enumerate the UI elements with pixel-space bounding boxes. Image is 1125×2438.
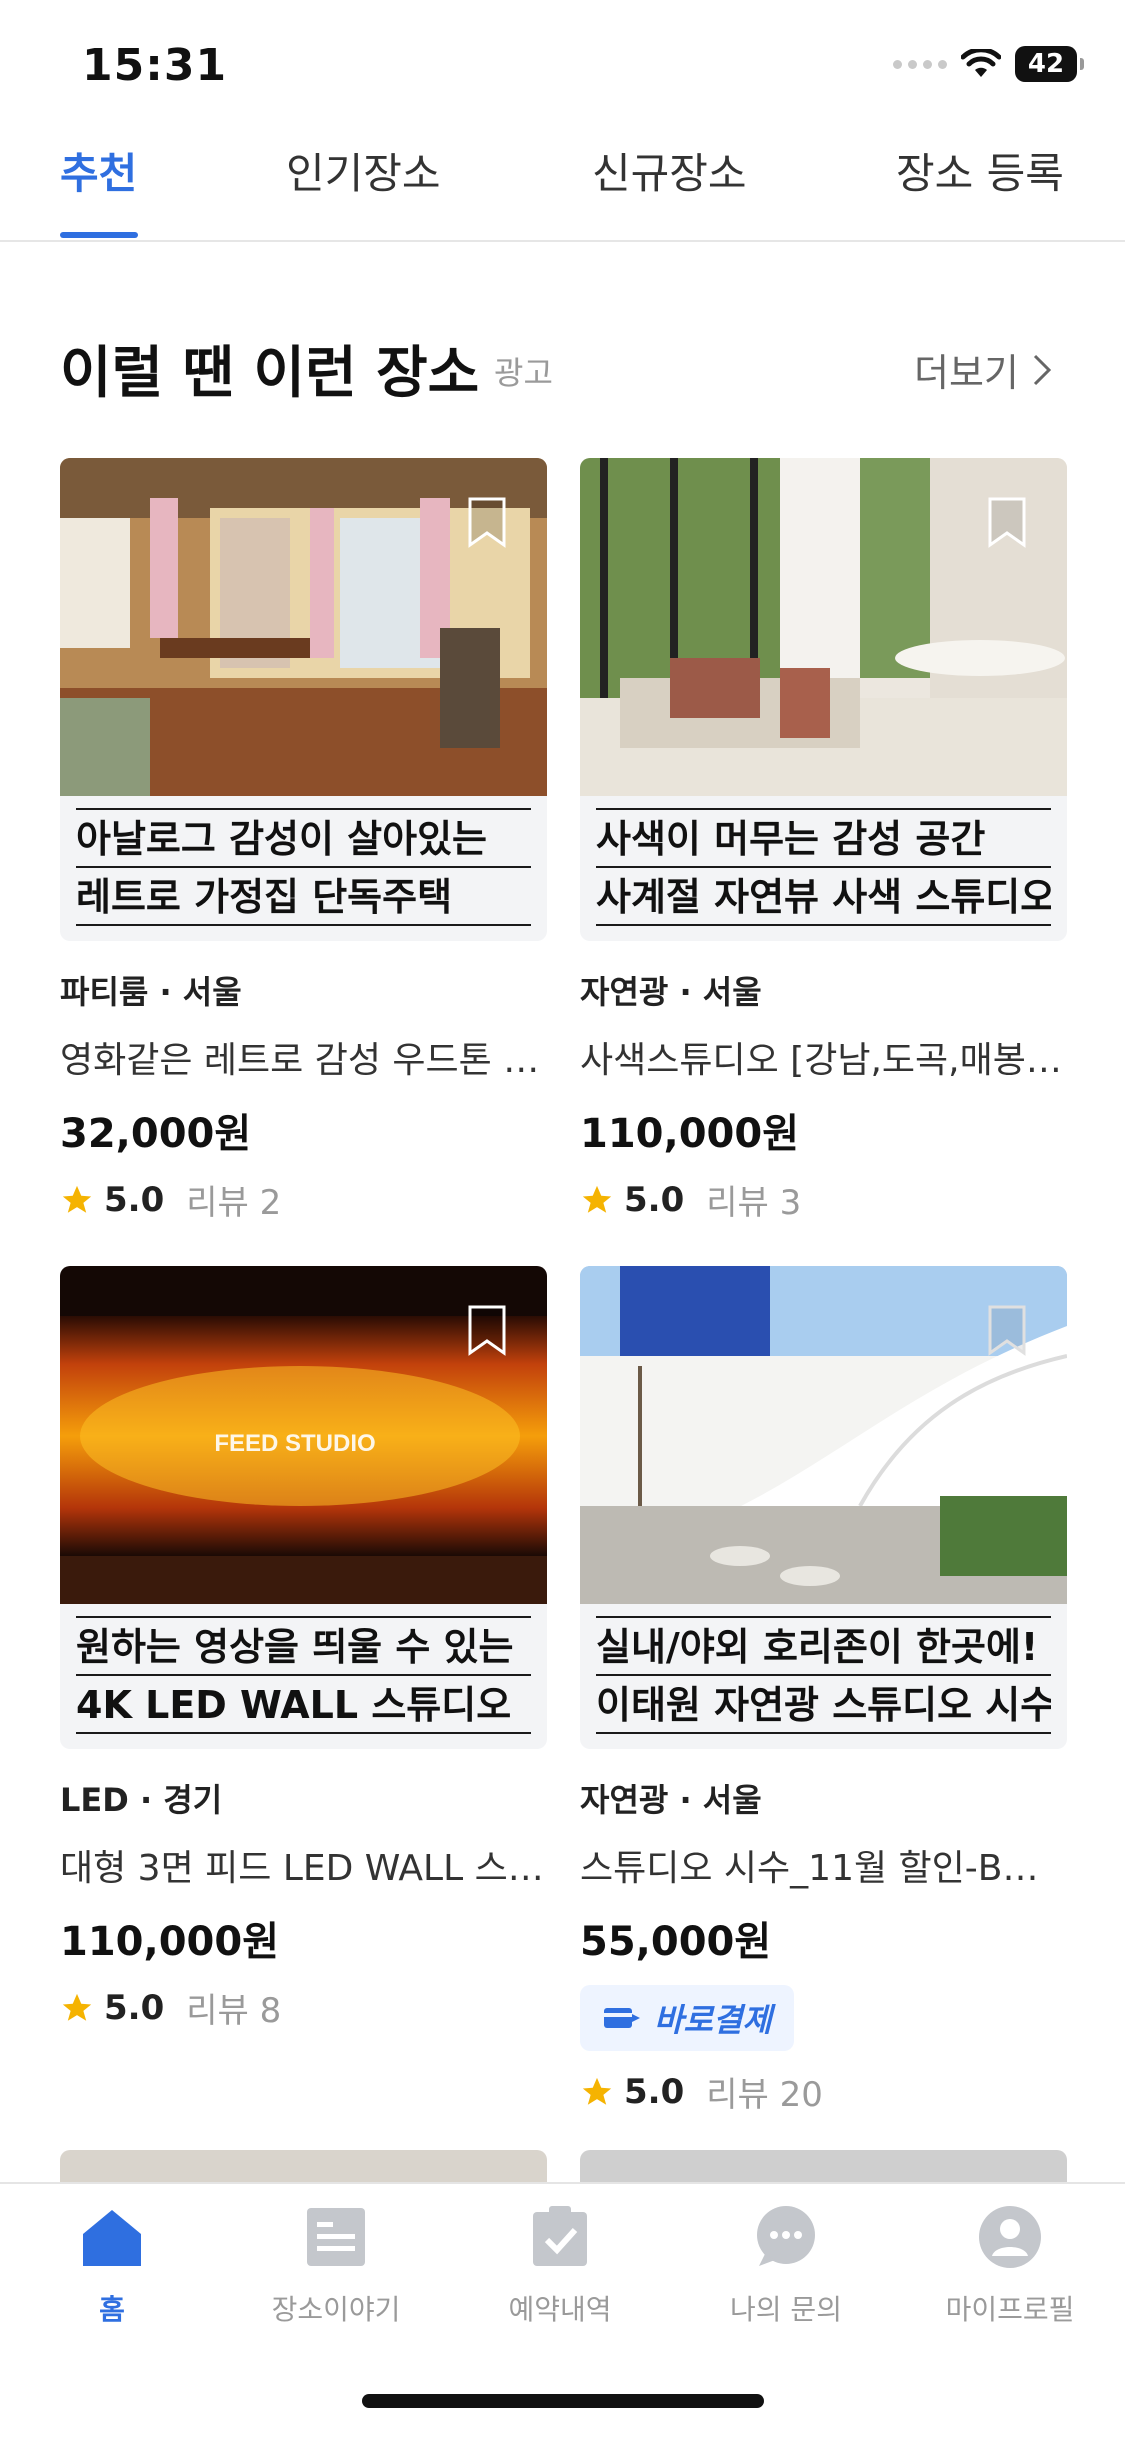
caption-banner: 원하는 영상을 띄울 수 있는 4K LED WALL 스튜디오 — [60, 1604, 547, 1749]
review-count: 리뷰 20 — [706, 2075, 823, 2115]
card-payment-icon — [604, 2008, 640, 2028]
rating-score: 5.0 — [104, 1179, 165, 1220]
rating-score: 5.0 — [624, 2071, 685, 2112]
more-button[interactable]: 더보기 — [914, 342, 1053, 397]
nav-place-stories[interactable]: 장소이야기 — [236, 2204, 436, 2328]
place-rating: 5.0 리뷰 8 — [60, 1983, 547, 2032]
caption-line: 아날로그 감성이 살아있는 — [76, 808, 531, 866]
bookmark-icon[interactable] — [467, 1304, 507, 1356]
place-category: 자연광 · 서울 — [580, 1781, 762, 1819]
chat-bubble-icon — [757, 2206, 815, 2266]
place-rating: 5.0 리뷰 3 — [580, 1175, 1067, 1224]
battery-icon: 42 — [1015, 46, 1084, 82]
caption-line: 사계절 자연뷰 사색 스튜디오 — [596, 866, 1051, 926]
top-tabs: 추천 인기장소 신규장소 장소 등록 — [0, 130, 1125, 242]
caption-banner: 사색이 머무는 감성 공간 사계절 자연뷰 사색 스튜디오 — [580, 796, 1067, 941]
place-rating: 5.0 리뷰 20 — [580, 2067, 1067, 2116]
instant-pay-badge: 바로결제 — [580, 1985, 794, 2051]
place-card[interactable]: 아날로그 감성이 살아있는 레트로 가정집 단독주택 파티룸 · 서울 영화같은… — [60, 458, 547, 1224]
profile-icon — [979, 2206, 1041, 2268]
place-price: 110,000원 — [60, 1919, 279, 1965]
caption-banner: 실내/야외 호리존이 한곳에! 이태원 자연광 스튜디오 시수 — [580, 1604, 1067, 1749]
badge-label: 바로결제 — [654, 2001, 772, 2039]
place-card[interactable]: 사색이 머무는 감성 공간 사계절 자연뷰 사색 스튜디오 자연광 · 서울 사… — [580, 458, 1067, 1224]
nav-label: 나의 문의 — [730, 2293, 842, 2326]
home-indicator[interactable] — [362, 2394, 764, 2408]
caption-line: 4K LED WALL 스튜디오 — [76, 1674, 531, 1734]
caption-line: 실내/야외 호리존이 한곳에! — [596, 1616, 1051, 1674]
bookmark-icon[interactable] — [987, 496, 1027, 548]
place-image-peek — [60, 2150, 547, 2184]
caption-line: 사색이 머무는 감성 공간 — [596, 808, 1051, 866]
active-tab-indicator — [60, 232, 138, 238]
place-price: 32,000원 — [60, 1111, 252, 1157]
nav-my-profile[interactable]: 마이프로필 — [910, 2204, 1110, 2328]
place-card[interactable]: 실내/야외 호리존이 한곳에! 이태원 자연광 스튜디오 시수 자연광 · 서울… — [580, 1266, 1067, 2116]
place-name: 스튜디오 시수_11월 할인-B룸(야외호리존) — [580, 1848, 1067, 1889]
nav-reservations[interactable]: 예약내역 — [460, 2204, 660, 2328]
status-time: 15:31 — [82, 40, 228, 91]
status-indicators: 42 — [893, 46, 1084, 82]
place-name: 영화같은 레트로 감성 우드톤 단독주택 — [60, 1040, 547, 1081]
place-image — [580, 458, 1067, 796]
place-card[interactable]: FEED STUDIO 원하는 영상을 띄울 수 있는 4K LED WALL … — [60, 1266, 547, 2032]
image-watermark: FEED STUDIO — [214, 1430, 375, 1457]
star-icon — [582, 2077, 612, 2105]
place-name: 대형 3면 피드 LED WALL 스튜디오 — [60, 1848, 547, 1889]
wifi-icon — [961, 49, 1001, 77]
place-rating: 5.0 리뷰 2 — [60, 1175, 547, 1224]
chevron-right-icon — [1033, 354, 1052, 385]
place-image — [60, 458, 547, 796]
star-icon — [582, 1185, 612, 1213]
review-count: 리뷰 3 — [706, 1183, 802, 1223]
review-count: 리뷰 8 — [186, 1991, 282, 2031]
nav-label: 예약내역 — [508, 2293, 612, 2326]
review-count: 리뷰 2 — [186, 1183, 282, 1223]
place-name: 사색스튜디오 [강남,도곡,매봉역 자연광] — [580, 1040, 1067, 1081]
caption-line: 레트로 가정집 단독주택 — [76, 866, 531, 926]
ad-label: 광고 — [494, 354, 553, 392]
tab-popular[interactable]: 인기장소 — [286, 140, 441, 201]
bookmark-icon[interactable] — [467, 496, 507, 548]
star-icon — [62, 1993, 92, 2021]
nav-label: 마이프로필 — [945, 2293, 1075, 2326]
star-icon — [62, 1185, 92, 1213]
place-image-peek — [580, 2150, 1067, 2184]
signal-icon — [893, 59, 947, 69]
place-category: LED · 경기 — [60, 1781, 223, 1819]
more-label: 더보기 — [914, 351, 1019, 395]
rating-score: 5.0 — [624, 1179, 685, 1220]
nav-my-inquiries[interactable]: 나의 문의 — [686, 2204, 886, 2328]
clipboard-check-icon — [533, 2206, 587, 2266]
place-price: 110,000원 — [580, 1111, 799, 1157]
bookmark-icon[interactable] — [987, 1304, 1027, 1356]
rating-score: 5.0 — [104, 1987, 165, 2028]
caption-line: 이태원 자연광 스튜디오 시수 — [596, 1674, 1051, 1734]
place-image: FEED STUDIO — [60, 1266, 547, 1604]
place-image — [580, 1266, 1067, 1604]
caption-line: 원하는 영상을 띄울 수 있는 — [76, 1616, 531, 1674]
document-icon — [307, 2208, 365, 2266]
tab-register-place[interactable]: 장소 등록 — [896, 140, 1064, 201]
nav-label: 장소이야기 — [271, 2293, 401, 2326]
caption-banner: 아날로그 감성이 살아있는 레트로 가정집 단독주택 — [60, 796, 547, 941]
place-category: 파티룸 · 서울 — [60, 973, 242, 1011]
nav-home[interactable]: 홈 — [12, 2204, 212, 2328]
nav-label: 홈 — [99, 2293, 125, 2326]
place-category: 자연광 · 서울 — [580, 973, 762, 1011]
section-title: 이럴 땐 이런 장소 — [60, 341, 480, 406]
place-price: 55,000원 — [580, 1919, 772, 1965]
tab-new[interactable]: 신규장소 — [592, 140, 747, 201]
tab-recommended[interactable]: 추천 — [60, 140, 137, 201]
home-icon — [83, 2210, 141, 2266]
